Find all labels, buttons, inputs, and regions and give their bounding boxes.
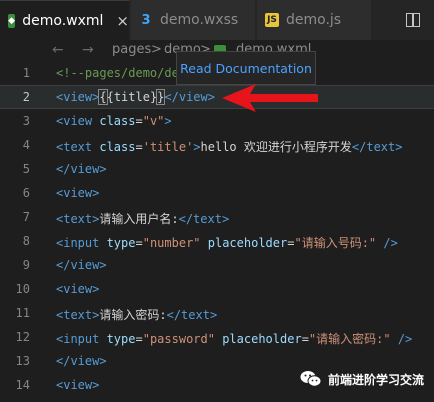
js-file-icon: JS [265,13,279,27]
breadcrumb-pages[interactable]: pages [112,42,151,57]
code-line: 12 <input type="password" placeholder="请… [15,330,413,346]
wechat-icon [300,371,322,387]
code-line: 11 <text>请输入密码:</text> [15,306,218,322]
tab-label: demo.js [286,12,342,28]
watermark-text: 前端进阶学习交流 [327,372,424,387]
forward-arrow-icon[interactable]: → [82,42,94,58]
code-line: 8 <input type="number" placeholder="请输入号… [22,234,398,250]
code-editor[interactable]: 1 <!--pages/demo/de 2 <view>{{title}}</v… [0,62,434,402]
code-line: 10 <view> [15,282,100,296]
code-line: 9 </view> [22,258,107,272]
annotation-arrow-icon [222,84,318,112]
tooltip-link[interactable]: Read Documentation [180,61,312,76]
back-arrow-icon[interactable]: ← [52,42,64,58]
split-editor-icon[interactable] [406,13,420,27]
code-line: 15 [0,398,434,402]
tab-label: demo.wxss [160,12,239,28]
matched-brace: { [98,89,108,105]
tab-demo-wxml[interactable]: ◆ demo.wxml × [0,0,130,40]
tab-demo-wxss[interactable]: 3 demo.wxss [131,0,256,40]
tab-label: demo.wxml [22,12,104,29]
wxss-file-icon: 3 [141,12,151,28]
breadcrumb-separator: > [151,42,162,57]
watermark: 前端进阶学习交流 [300,370,424,388]
code-line: 5 </view> [22,162,107,176]
read-documentation-tooltip[interactable]: Read Documentation [176,51,316,85]
code-line-current: 2 <view>{{title}}</view> [0,85,434,109]
editor-tab-bar: ◆ demo.wxml × 3 demo.wxss JS demo.js [0,0,434,40]
code-line: 4 <text class='title'>hello 欢迎进行小程序开发</t… [22,138,403,154]
code-line: 6 <view> [22,186,100,200]
wxml-file-icon: ◆ [8,13,16,28]
code-line: 3 <view class="v"> [22,114,172,128]
tab-demo-js[interactable]: JS demo.js [257,0,372,40]
code-line: 7 <text>请输入用户名:</text> [22,210,230,226]
close-icon[interactable]: × [116,12,129,30]
